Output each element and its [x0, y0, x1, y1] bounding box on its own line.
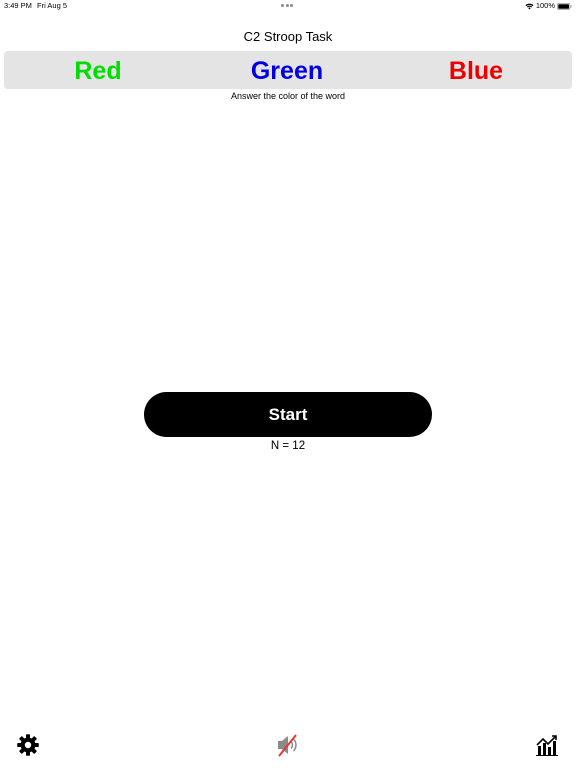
stats-button[interactable]	[534, 732, 560, 758]
status-indicators: 100%	[525, 0, 572, 12]
page-title: C2 Stroop Task	[243, 29, 333, 44]
instruction-text: Answer the color of the word	[230, 91, 346, 101]
trial-count: N = 12	[270, 440, 306, 452]
status-bar: 3:49 PM Fri Aug 5 100%	[0, 0, 576, 14]
answer-button-blue[interactable]: Blue	[426, 51, 526, 89]
answer-bar: Red Green Blue	[4, 51, 572, 89]
status-time: 3:49 PM	[4, 1, 32, 10]
status-date: Fri Aug 5	[37, 1, 68, 10]
answer-button-green[interactable]: Green	[237, 51, 337, 89]
wifi-icon	[525, 3, 534, 9]
settings-button[interactable]	[15, 732, 41, 758]
sound-toggle-button[interactable]	[275, 731, 303, 759]
multitasking-dots-icon[interactable]	[281, 4, 295, 8]
answer-button-red[interactable]: Red	[48, 51, 148, 89]
battery-percent: 100%	[535, 1, 555, 10]
battery-icon	[557, 2, 572, 10]
chart-icon	[536, 735, 558, 756]
gear-icon	[17, 734, 39, 756]
start-button[interactable]: Start	[144, 392, 432, 437]
speaker-muted-icon	[278, 734, 297, 757]
app-screen: 3:49 PM Fri Aug 5 100% C2 Stroop Task Re…	[0, 0, 576, 768]
